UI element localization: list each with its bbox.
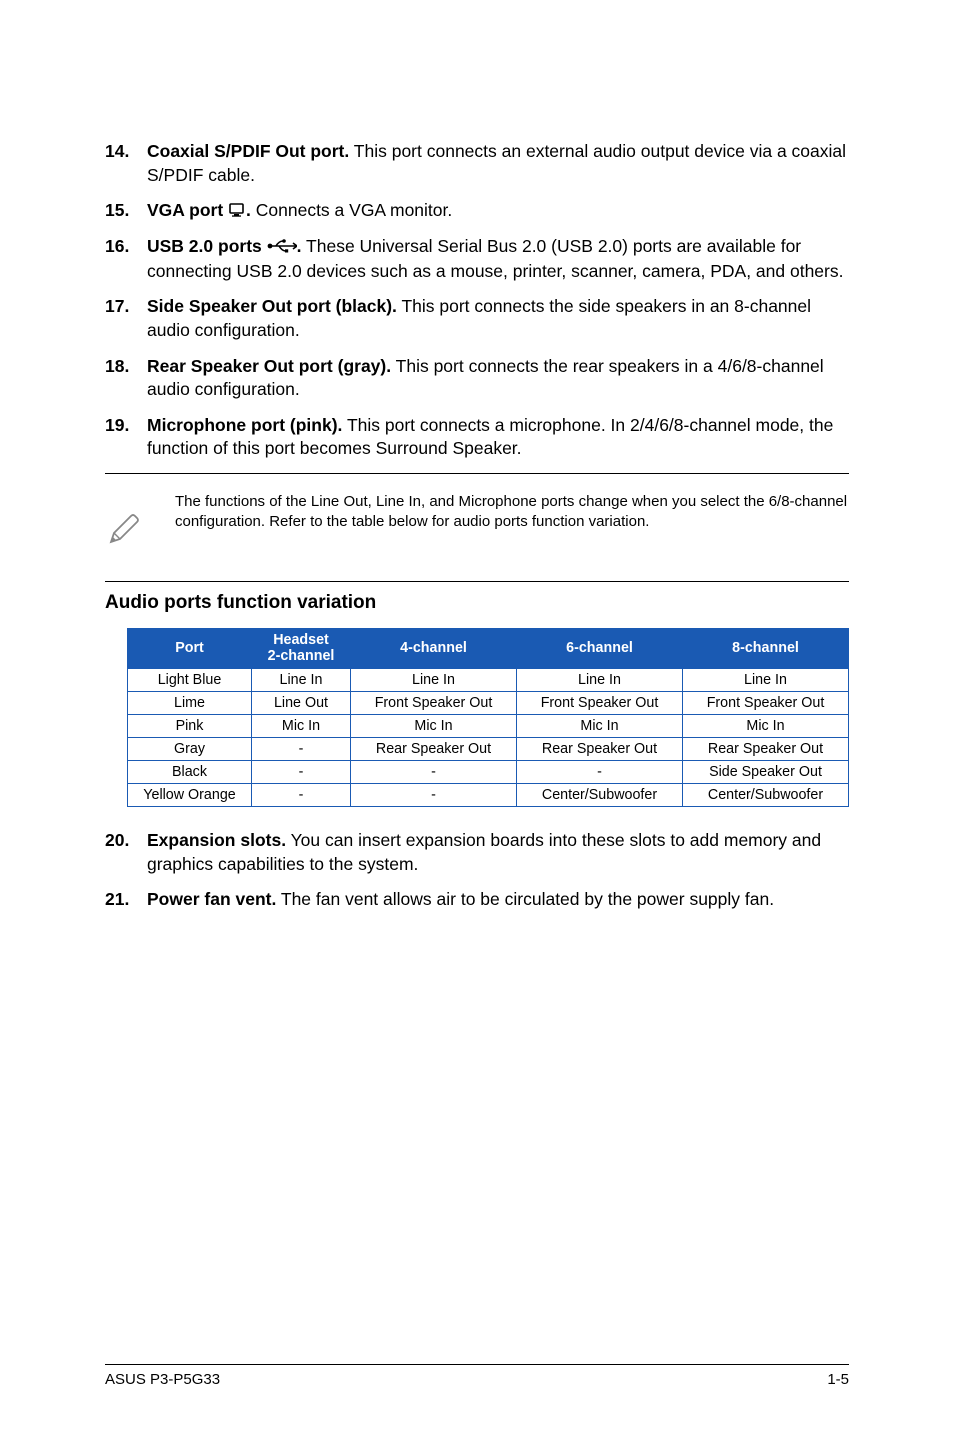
item-number: 21. bbox=[105, 888, 147, 912]
item-number: 16. bbox=[105, 235, 147, 283]
table-header: Port bbox=[128, 629, 252, 669]
list-item: 17. Side Speaker Out port (black). This … bbox=[105, 295, 849, 342]
numbered-list: 20. Expansion slots. You can insert expa… bbox=[105, 829, 849, 912]
table-header: Headset2-channel bbox=[252, 629, 351, 669]
list-item: 19. Microphone port (pink). This port co… bbox=[105, 414, 849, 461]
item-text: Power fan vent. The fan vent allows air … bbox=[147, 888, 849, 912]
note-block: The functions of the Line Out, Line In, … bbox=[105, 473, 849, 582]
item-text: Microphone port (pink). This port connec… bbox=[147, 414, 849, 461]
footer-left: ASUS P3-P5G33 bbox=[105, 1371, 220, 1388]
item-text: USB 2.0 ports . These Universal Serial B… bbox=[147, 235, 849, 283]
footer-right: 1-5 bbox=[827, 1371, 849, 1388]
table-row: LimeLine OutFront Speaker OutFront Speak… bbox=[128, 691, 849, 714]
vga-monitor-icon bbox=[228, 200, 246, 224]
page-footer: ASUS P3-P5G33 1-5 bbox=[105, 1364, 849, 1388]
numbered-list: 14. Coaxial S/PDIF Out port. This port c… bbox=[105, 140, 849, 461]
table-header: 4-channel bbox=[351, 629, 517, 669]
table-row: PinkMic InMic InMic InMic In bbox=[128, 714, 849, 737]
list-item: 15. VGA port . Connects a VGA monitor. bbox=[105, 199, 849, 223]
divider bbox=[105, 473, 849, 474]
table-row: Light BlueLine InLine InLine InLine In bbox=[128, 668, 849, 691]
table-row: Gray-Rear Speaker OutRear Speaker OutRea… bbox=[128, 737, 849, 760]
item-number: 19. bbox=[105, 414, 147, 461]
item-text: Coaxial S/PDIF Out port. This port conne… bbox=[147, 140, 849, 187]
table-header: 6-channel bbox=[517, 629, 683, 669]
divider bbox=[105, 581, 849, 582]
note-text: The functions of the Line Out, Line In, … bbox=[175, 492, 849, 533]
table-header: 8-channel bbox=[683, 629, 849, 669]
item-text: Rear Speaker Out port (gray). This port … bbox=[147, 355, 849, 402]
item-number: 14. bbox=[105, 140, 147, 187]
item-text: VGA port . Connects a VGA monitor. bbox=[147, 199, 849, 223]
item-number: 18. bbox=[105, 355, 147, 402]
list-item: 18. Rear Speaker Out port (gray). This p… bbox=[105, 355, 849, 402]
item-text: Side Speaker Out port (black). This port… bbox=[147, 295, 849, 342]
usb-trident-icon bbox=[267, 236, 297, 260]
list-item: 16. USB 2.0 ports . These Universal Seri… bbox=[105, 235, 849, 283]
item-number: 17. bbox=[105, 295, 147, 342]
item-number: 15. bbox=[105, 199, 147, 223]
table-row: Yellow Orange--Center/SubwooferCenter/Su… bbox=[128, 783, 849, 806]
audio-port-table: Port Headset2-channel 4-channel 6-channe… bbox=[127, 628, 849, 807]
pencil-note-icon bbox=[105, 492, 141, 551]
table-row: Black---Side Speaker Out bbox=[128, 760, 849, 783]
list-item: 21. Power fan vent. The fan vent allows … bbox=[105, 888, 849, 912]
section-heading: Audio ports function variation bbox=[105, 592, 849, 614]
item-number: 20. bbox=[105, 829, 147, 876]
item-text: Expansion slots. You can insert expansio… bbox=[147, 829, 849, 876]
list-item: 14. Coaxial S/PDIF Out port. This port c… bbox=[105, 140, 849, 187]
list-item: 20. Expansion slots. You can insert expa… bbox=[105, 829, 849, 876]
